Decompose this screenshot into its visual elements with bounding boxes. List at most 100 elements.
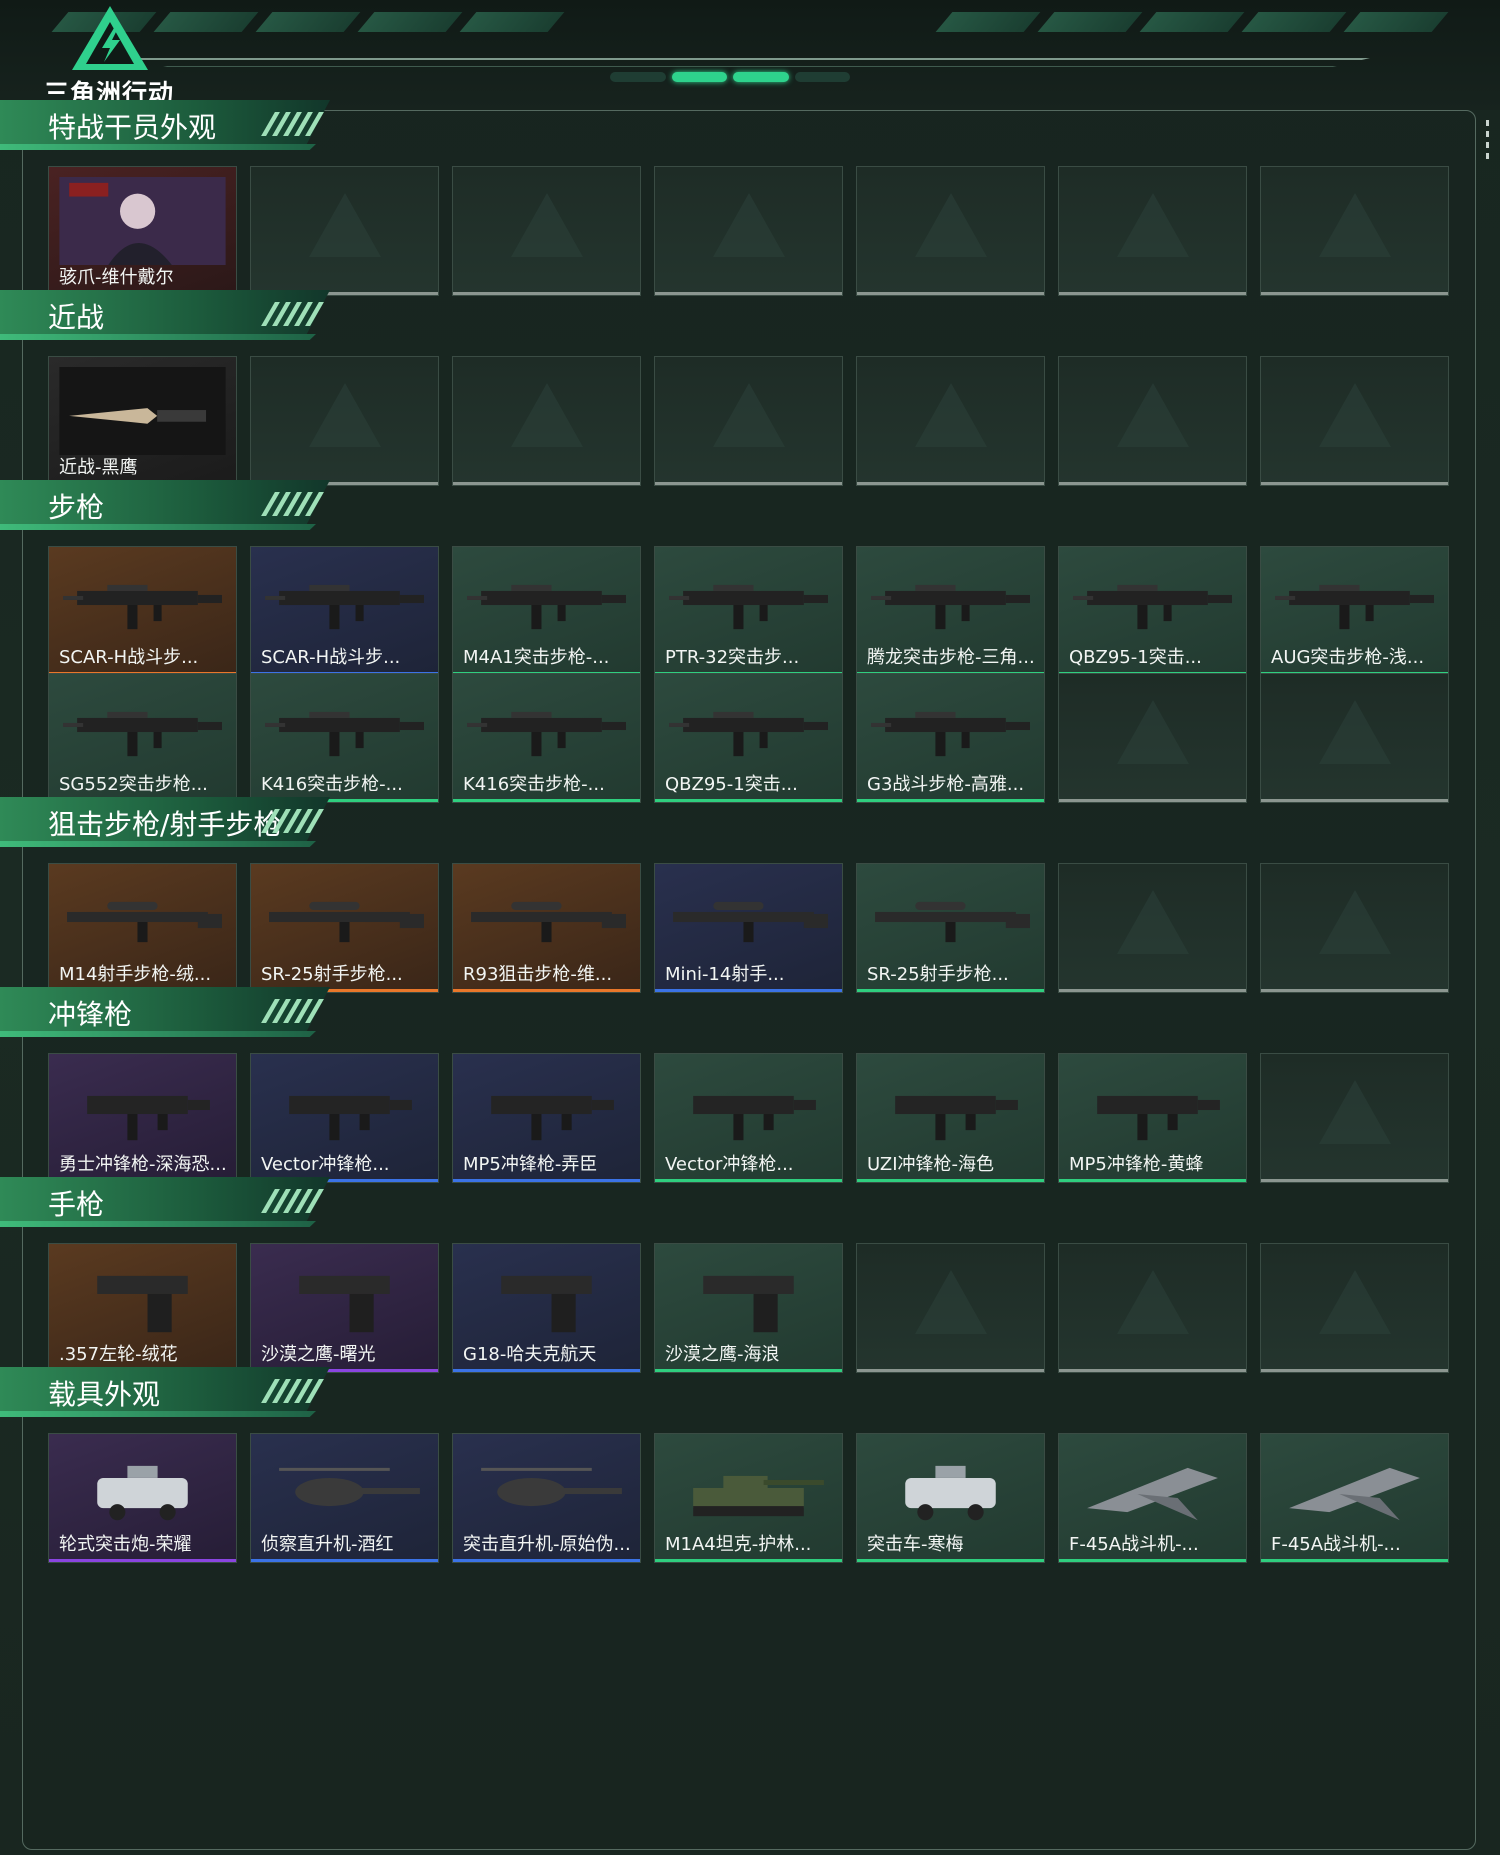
item-card[interactable]: QBZ95-1突击... (1058, 546, 1247, 676)
sniper-icon (663, 874, 834, 962)
rifle-icon (259, 557, 430, 645)
item-card[interactable]: G3战斗步枪-高雅... (856, 673, 1045, 803)
item-card[interactable]: QBZ95-1突击... (654, 673, 843, 803)
item-card[interactable]: SR-25射手步枪... (250, 863, 439, 993)
item-name: 近战-黑鹰 (59, 457, 138, 478)
banner-divider (130, 58, 1370, 67)
rarity-bar (1059, 1179, 1246, 1182)
empty-slot (452, 166, 641, 296)
empty-slot (1260, 1243, 1449, 1373)
item-card[interactable]: SCAR-H战斗步... (250, 546, 439, 676)
item-name: K416突击步枪-... (463, 774, 605, 795)
item-card[interactable]: G18-哈夫克航天 (452, 1243, 641, 1373)
item-card[interactable]: SG552突击步枪... (48, 673, 237, 803)
item-name: AUG突击步枪-浅... (1271, 647, 1425, 668)
item-name: F-45A战斗机-... (1069, 1534, 1199, 1555)
item-card[interactable]: M4A1突击步枪-... (452, 546, 641, 676)
item-name: 突击车-寒梅 (867, 1534, 964, 1555)
rarity-bar (1261, 1559, 1448, 1562)
item-name: .357左轮-绒花 (59, 1344, 178, 1365)
item-card[interactable]: AUG突击步枪-浅... (1260, 546, 1449, 676)
item-name: K416突击步枪-... (261, 774, 403, 795)
rifle-icon (259, 684, 430, 772)
item-card[interactable]: UZI冲锋枪-海色 (856, 1053, 1045, 1183)
rarity-bar (655, 1369, 842, 1372)
section-header: 步枪 (0, 480, 330, 530)
item-card[interactable]: M14射手步枪-绒... (48, 863, 237, 993)
item-card[interactable]: SCAR-H战斗步... (48, 546, 237, 676)
item-name: 骇爪-维什戴尔 (59, 267, 174, 288)
top-banner: 三角洲行动 (0, 0, 1500, 110)
item-card[interactable]: Vector冲锋枪... (250, 1053, 439, 1183)
empty-slot (250, 356, 439, 486)
section-header: 特战干员外观 (0, 100, 330, 150)
item-card[interactable]: 勇士冲锋枪-深海恐... (48, 1053, 237, 1183)
item-name: SG552突击步枪... (59, 774, 208, 795)
rarity-bar (655, 1179, 842, 1182)
item-row: SCAR-H战斗步... SCAR-H战斗步... M4A1突击步枪-... PTR-… (48, 546, 1449, 676)
item-name: 沙漠之鹰-曙光 (261, 1344, 376, 1365)
section-title: 特战干员外观 (48, 111, 217, 144)
item-name: 轮式突击炮-荣耀 (59, 1534, 192, 1555)
game-logo: 三角洲行动 (40, 4, 180, 108)
item-card[interactable]: F-45A战斗机-... (1260, 1433, 1449, 1563)
item-name: QBZ95-1突击... (665, 774, 798, 795)
pistol-icon (259, 1254, 430, 1342)
empty-slot (1260, 1053, 1449, 1183)
item-card[interactable]: 骇爪-维什戴尔 (48, 166, 237, 296)
section-header: 冲锋枪 (0, 987, 330, 1037)
scrollbar[interactable] (1486, 120, 1490, 164)
item-card[interactable]: .357左轮-绒花 (48, 1243, 237, 1373)
sniper-icon (461, 874, 632, 962)
item-name: UZI冲锋枪-海色 (867, 1154, 994, 1175)
item-name: 腾龙突击步枪-三角... (867, 647, 1035, 668)
page: { "logo": {"text": "三角洲行动"}, "colors": {… (0, 0, 1500, 1855)
pistol-icon (461, 1254, 632, 1342)
banner-stripes-right (935, 12, 1449, 50)
item-card[interactable]: 近战-黑鹰 (48, 356, 237, 486)
slash-decor-icon (261, 1189, 324, 1213)
item-card[interactable]: 突击车-寒梅 (856, 1433, 1045, 1563)
smg-icon (865, 1064, 1036, 1152)
empty-slot (856, 356, 1045, 486)
section-header: 近战 (0, 290, 330, 340)
pistol-icon (663, 1254, 834, 1342)
item-row: M14射手步枪-绒... SR-25射手步枪... R93狙击步枪-维... Mini… (48, 863, 1449, 993)
item-name: Vector冲锋枪... (665, 1154, 794, 1175)
item-card[interactable]: M1A4坦克-护林... (654, 1433, 843, 1563)
section-header: 手枪 (0, 1177, 330, 1227)
smg-icon (1067, 1064, 1238, 1152)
rarity-bar (453, 1179, 640, 1182)
item-name: 勇士冲锋枪-深海恐... (59, 1154, 227, 1175)
item-card[interactable]: MP5冲锋枪-弄臣 (452, 1053, 641, 1183)
empty-slot (1058, 673, 1247, 803)
helicopter-icon (461, 1444, 632, 1532)
section-header: 狙击步枪/射手步枪 (0, 797, 330, 847)
item-card[interactable]: Mini-14射手... (654, 863, 843, 993)
item-card[interactable]: K416突击步枪-... (250, 673, 439, 803)
item-card[interactable]: 沙漠之鹰-海浪 (654, 1243, 843, 1373)
item-card[interactable]: K416突击步枪-... (452, 673, 641, 803)
vehicle-icon (865, 1444, 1036, 1532)
item-card[interactable]: 腾龙突击步枪-三角... (856, 546, 1045, 676)
item-name: SR-25射手步枪... (261, 964, 403, 985)
sniper-icon (259, 874, 430, 962)
section-header: 载具外观 (0, 1367, 330, 1417)
item-card[interactable]: SR-25射手步枪... (856, 863, 1045, 993)
item-name: G3战斗步枪-高雅... (867, 774, 1025, 795)
empty-slot (1058, 863, 1247, 993)
item-card[interactable]: 轮式突击炮-荣耀 (48, 1433, 237, 1563)
item-card[interactable]: Vector冲锋枪... (654, 1053, 843, 1183)
item-card[interactable]: 突击直升机-原始伪... (452, 1433, 641, 1563)
item-card[interactable]: R93狙击步枪-维... (452, 863, 641, 993)
item-card[interactable]: MP5冲锋枪-黄蜂 (1058, 1053, 1247, 1183)
item-card[interactable]: PTR-32突击步... (654, 546, 843, 676)
item-card[interactable]: F-45A战斗机-... (1058, 1433, 1247, 1563)
item-card[interactable]: 沙漠之鹰-曙光 (250, 1243, 439, 1373)
section-title: 载具外观 (48, 1378, 161, 1411)
item-card[interactable]: 侦察直升机-酒红 (250, 1433, 439, 1563)
item-row: 轮式突击炮-荣耀 侦察直升机-酒红 突击直升机-原始伪... M1A4坦克-护林...… (48, 1433, 1449, 1563)
rarity-bar (857, 1179, 1044, 1182)
jet-icon (1269, 1444, 1440, 1532)
item-name: SCAR-H战斗步... (59, 647, 199, 668)
